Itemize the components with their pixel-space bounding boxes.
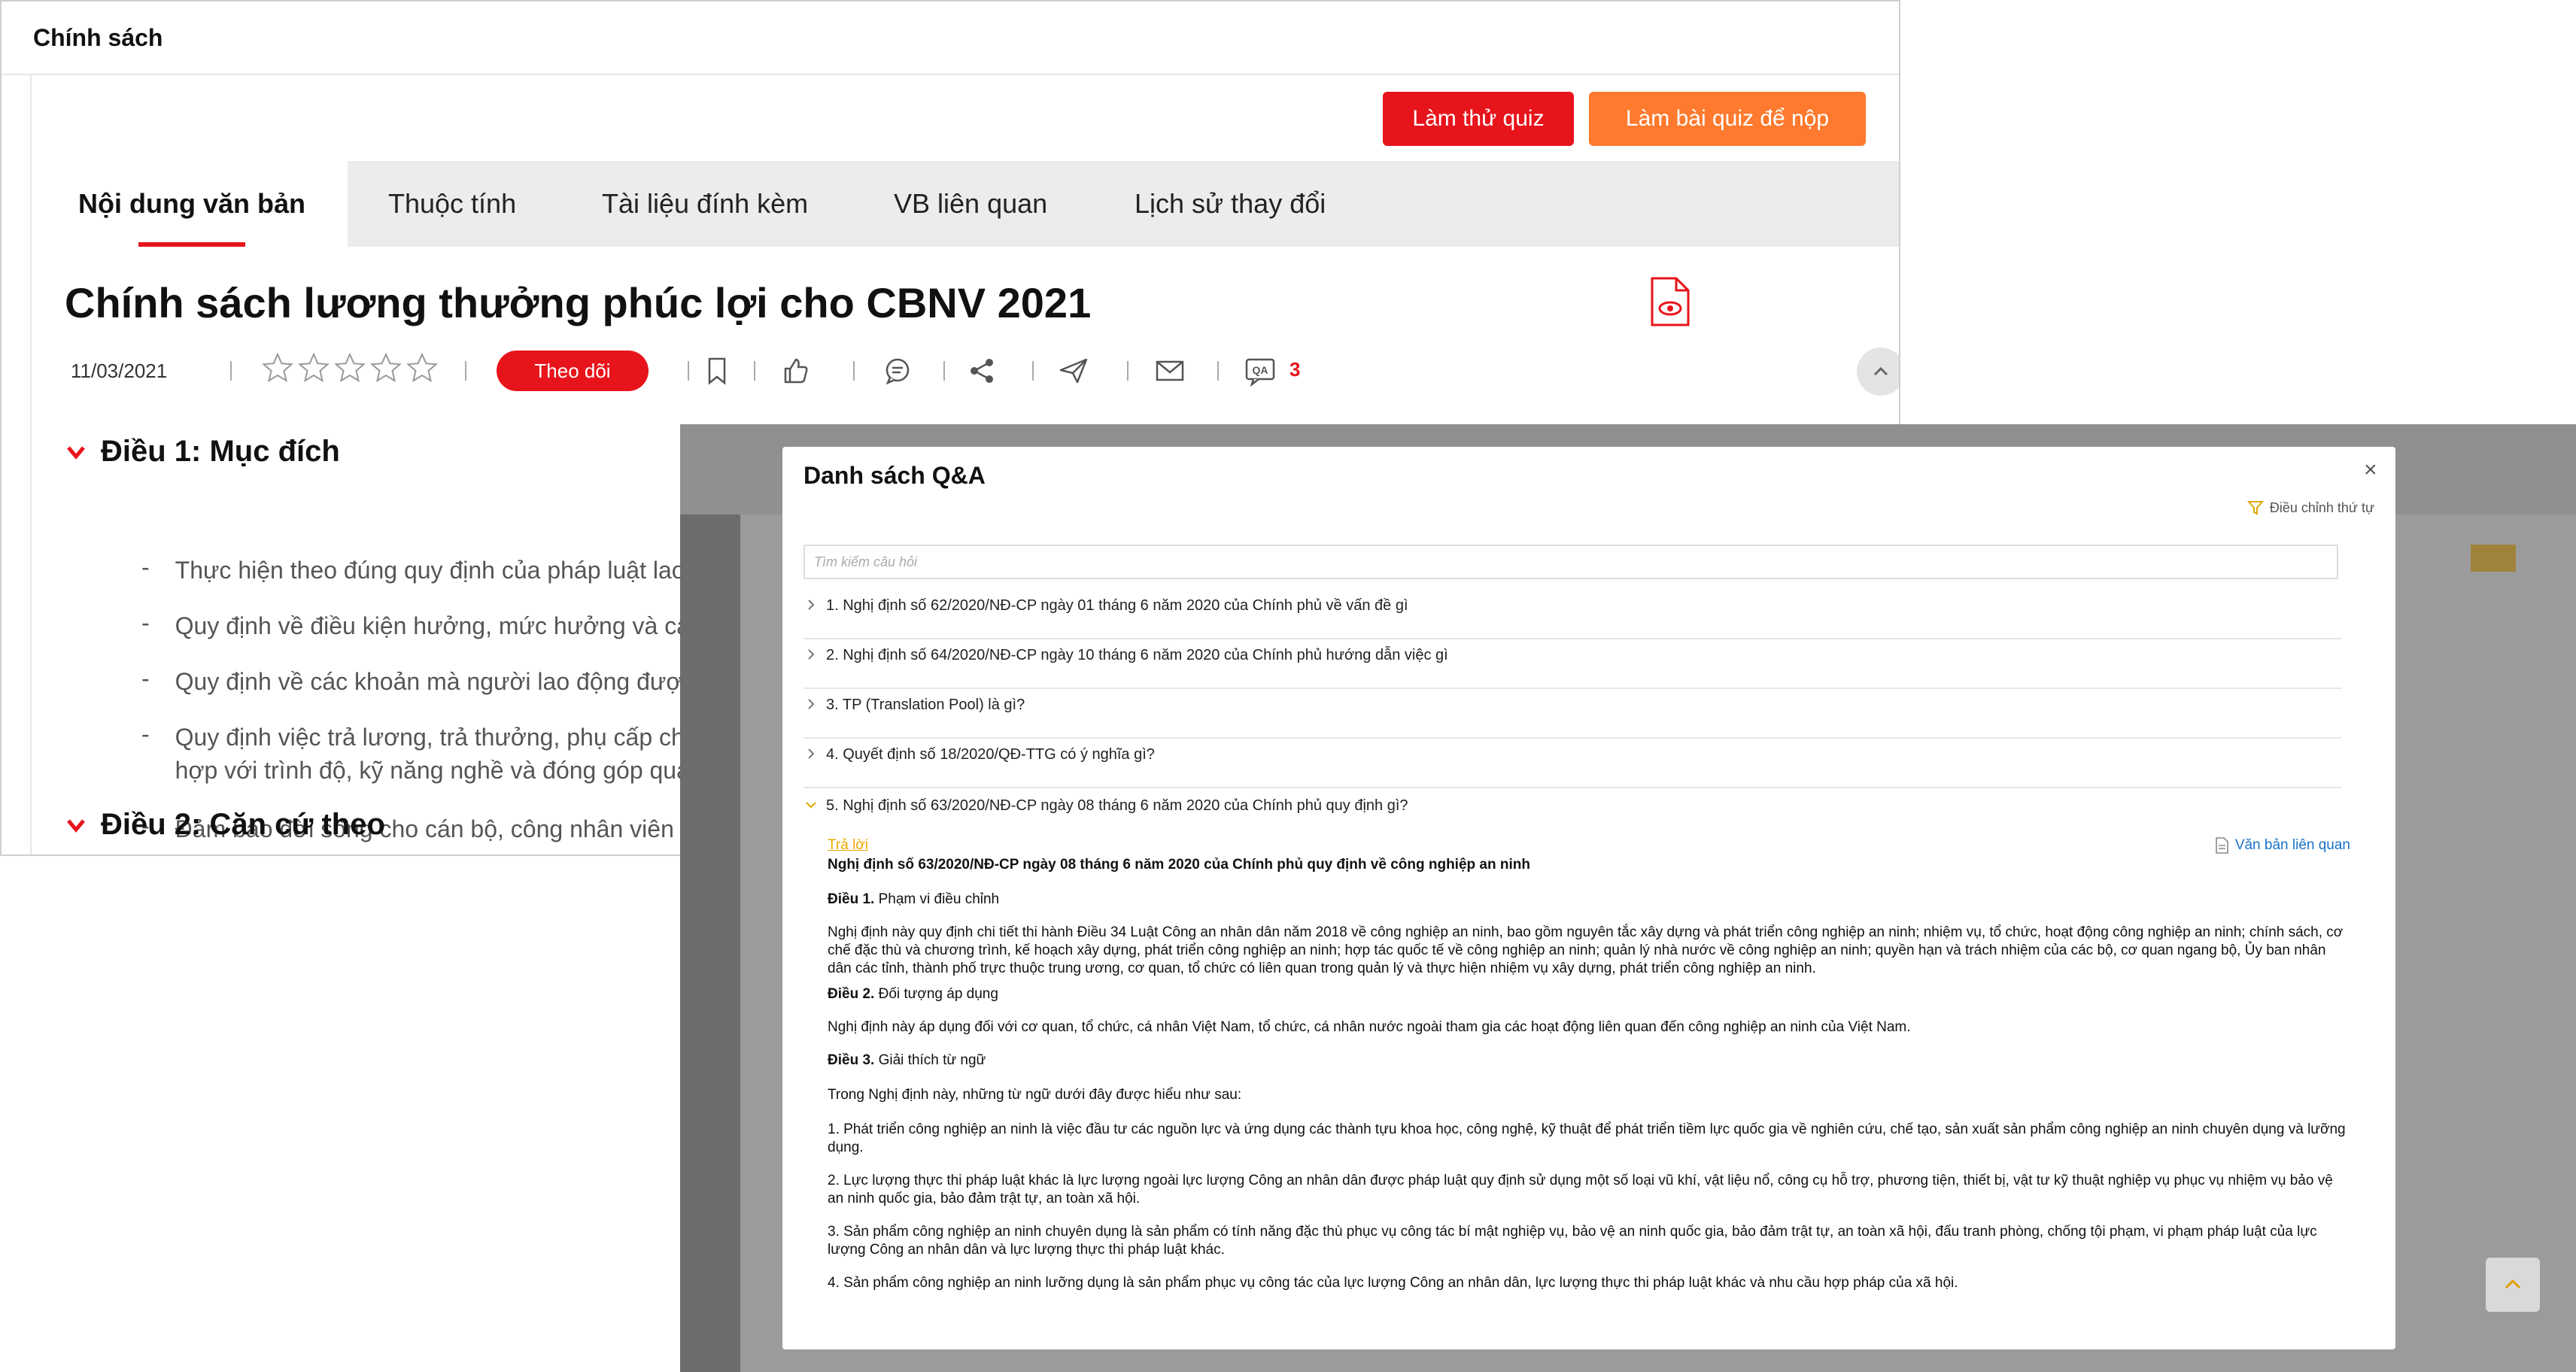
definition-3: 3. Sản phẩm công nghiệp an ninh chuyên d…	[828, 1224, 2317, 1258]
question-text: 3. TP (Translation Pool) là gì?	[826, 697, 1025, 713]
answer-heading: Nghị định số 63/2020/NĐ-CP ngày 08 tháng…	[828, 857, 1530, 873]
sort-order-link[interactable]: Điều chỉnh thứ tự	[2246, 499, 2374, 516]
section-heading-text: Điều 1: Mục đích	[101, 435, 340, 468]
list-item-continued: -hợp với trình độ, kỹ năng nghề và đóng …	[175, 757, 690, 784]
article-2-body: Nghị định này áp dụng đối với cơ quan, t…	[828, 1019, 1911, 1035]
qa-question-row[interactable]: 3. TP (Translation Pool) là gì?	[803, 689, 2341, 739]
search-question-input[interactable]	[803, 545, 2338, 579]
question-text: 4. Quyết định số 18/2020/QĐ-TTG có ý ngh…	[826, 746, 1155, 763]
tab-bar: Nội dung văn bản Thuộc tính Tài liệu đín…	[32, 161, 1899, 247]
chevron-down-icon	[67, 445, 85, 460]
qa-question-row-expanded[interactable]: 5. Nghị định số 63/2020/NĐ-CP ngày 08 th…	[803, 790, 2341, 839]
send-icon[interactable]	[1058, 355, 1089, 387]
document-title: Chính sách lương thưởng phúc lợi cho CBN…	[65, 279, 1092, 326]
qa-question-row[interactable]: 1. Nghị định số 62/2020/NĐ-CP ngày 01 th…	[803, 590, 2341, 639]
related-docs-label: Văn bản liên quan	[2234, 837, 2350, 853]
share-icon[interactable]	[966, 355, 998, 387]
like-icon[interactable]	[779, 355, 811, 387]
chevron-right-icon	[808, 649, 815, 660]
qa-count-badge: 3	[1290, 358, 1301, 381]
collapse-button[interactable]	[1857, 348, 1899, 396]
window-title: Chính sách	[33, 24, 163, 51]
chevron-down-icon	[806, 802, 816, 809]
chevron-up-icon	[1873, 366, 1888, 376]
article-1-title: Điều 1. Phạm vi điều chỉnh	[828, 891, 1000, 907]
mail-icon[interactable]	[1154, 355, 1186, 387]
star-icon[interactable]	[370, 352, 402, 384]
definition-1: 1. Phát triển công nghiệp an ninh là việ…	[828, 1122, 2346, 1155]
list-item: - Thực hiện theo đúng quy định của pháp l…	[141, 554, 685, 584]
definition-4: 4. Sản phẩm công nghiệp an ninh lưỡng dụ…	[828, 1275, 1958, 1291]
question-text: 5. Nghị định số 63/2020/NĐ-CP ngày 08 th…	[826, 797, 1408, 814]
chevron-right-icon	[808, 599, 815, 610]
list-item: - Quy định việc trả lương, trả thưởng, ph…	[141, 721, 685, 751]
qa-question-row[interactable]: 2. Nghị định số 64/2020/NĐ-CP ngày 10 th…	[803, 639, 2341, 689]
article-3-intro: Trong Nghị định này, những từ ngữ dưới đ…	[828, 1087, 1242, 1103]
chevron-up-icon	[2505, 1279, 2521, 1289]
tab-related-docs[interactable]: VB liên quan	[894, 161, 1047, 247]
window-titlebar: Chính sách	[2, 2, 1899, 75]
filter-icon	[2246, 501, 2264, 515]
question-text: 2. Nghị định số 64/2020/NĐ-CP ngày 10 th…	[826, 647, 1448, 663]
chevron-down-icon	[67, 818, 85, 833]
comment-icon[interactable]	[882, 355, 913, 387]
bookmark-icon[interactable]	[701, 355, 733, 387]
try-quiz-button[interactable]: Làm thử quiz	[1383, 92, 1574, 146]
article-3-title: Điều 3. Giải thích từ ngữ	[828, 1052, 986, 1068]
star-icon[interactable]	[406, 352, 438, 384]
tab-content[interactable]: Nội dung văn bản	[32, 161, 348, 247]
active-tab-indicator	[138, 242, 245, 247]
article-1-body: Nghị định này quy định chi tiết thi hành…	[828, 924, 2344, 976]
answer-label: Trả lời	[828, 837, 868, 853]
close-icon[interactable]: ×	[2364, 457, 2377, 483]
section-heading-text: Điều 2: Căn cứ theo	[101, 808, 385, 841]
document-date: 11/03/2021	[71, 360, 168, 382]
tab-history[interactable]: Lịch sử thay đổi	[1135, 161, 1326, 247]
qa-icon[interactable]: QA	[1244, 355, 1276, 387]
document-meta-bar: 11/03/2021 Theo dõi QA 3	[71, 348, 1899, 396]
question-text: 1. Nghị định số 62/2020/NĐ-CP ngày 01 th…	[826, 597, 1408, 614]
scroll-to-top-button[interactable]	[2486, 1258, 2540, 1312]
list-item: - Quy định về các khoản mà người lao động…	[141, 665, 682, 695]
section-heading-2[interactable]: Điều 2: Căn cứ theo	[65, 808, 385, 842]
follow-button[interactable]: Theo dõi	[497, 351, 649, 391]
svg-text:QA: QA	[1253, 364, 1268, 376]
sort-order-label: Điều chỉnh thứ tự	[2269, 499, 2374, 515]
submit-quiz-button[interactable]: Làm bài quiz để nộp	[1589, 92, 1866, 146]
tab-attributes[interactable]: Thuộc tính	[388, 161, 516, 247]
section-heading-1[interactable]: Điều 1: Mục đích	[65, 435, 340, 469]
article-2-title: Điều 2. Đối tượng áp dụng	[828, 986, 998, 1002]
related-docs-link[interactable]: Văn bản liên quan	[2214, 836, 2350, 854]
chevron-right-icon	[808, 748, 815, 759]
rating-stars[interactable]	[262, 352, 438, 384]
qa-question-row[interactable]: 4. Quyết định số 18/2020/QĐ-TTG có ý ngh…	[803, 739, 2341, 788]
qa-screenshot: Danh sách Q&A × Điều chỉnh thứ tự 1. Ngh…	[680, 424, 2576, 1372]
list-item: - Quy định về điều kiện hưởng, mức hưởng …	[141, 609, 691, 639]
star-icon[interactable]	[298, 352, 330, 384]
star-icon[interactable]	[334, 352, 366, 384]
modal-title: Danh sách Q&A	[803, 462, 986, 489]
chevron-right-icon	[808, 699, 815, 709]
pdf-view-icon[interactable]	[1649, 277, 1690, 326]
star-icon[interactable]	[262, 352, 293, 384]
qa-list-modal: Danh sách Q&A × Điều chỉnh thứ tự 1. Ngh…	[782, 447, 2395, 1349]
document-icon	[2216, 837, 2228, 854]
definition-2: 2. Lực lượng thực thi pháp luật khác là …	[828, 1173, 2333, 1207]
tab-attachments[interactable]: Tài liệu đính kèm	[602, 161, 808, 247]
